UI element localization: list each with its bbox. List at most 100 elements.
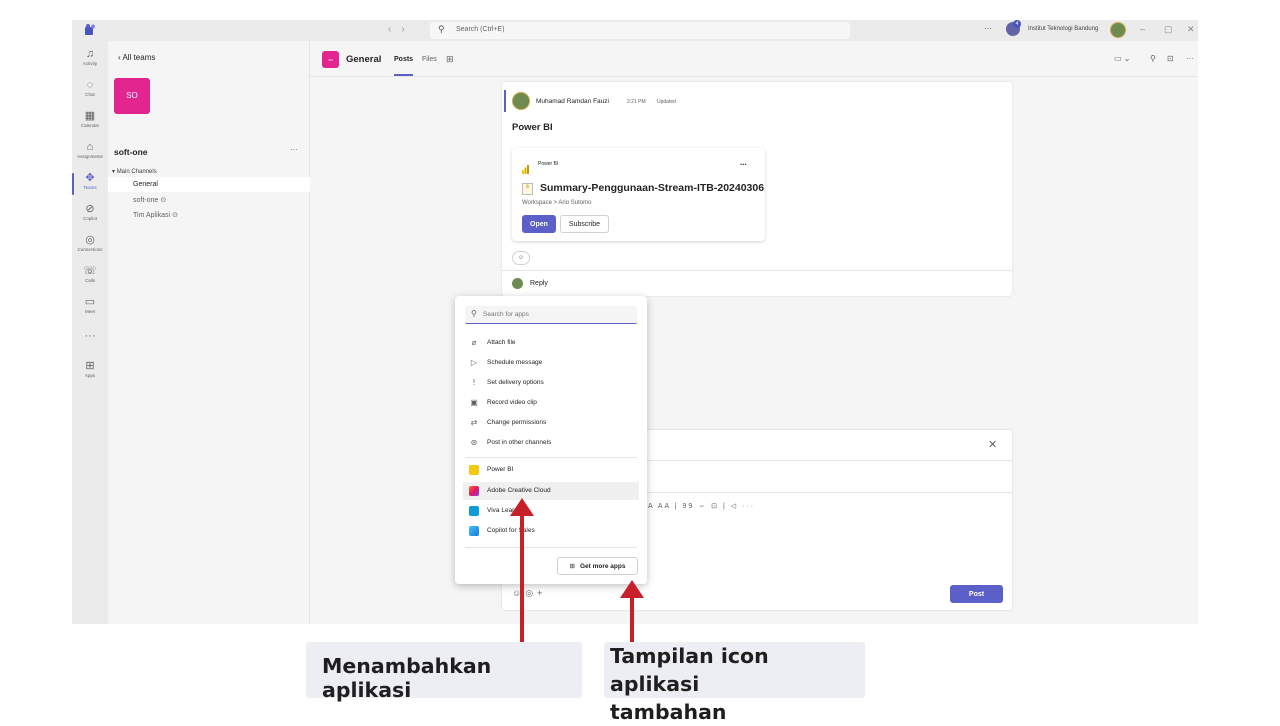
menu-schedule-message[interactable]: ▷ Schedule message (463, 354, 639, 372)
chat-icon: ◌ (86, 79, 94, 91)
tab-posts[interactable]: Posts (394, 56, 414, 76)
phone-icon: ☏ (83, 265, 97, 277)
more-icon: ··· (84, 330, 96, 342)
post-time: 2:21 PM (627, 99, 646, 105)
menu-app-copilot-sales[interactable]: Copilot for Sales (463, 522, 639, 540)
post-button[interactable]: Post (950, 585, 1003, 603)
arrow-right-head-icon (620, 580, 644, 598)
channel-avatar: so (322, 51, 339, 68)
close-window-icon[interactable]: ✕ (1187, 24, 1195, 35)
channel-general[interactable]: General (108, 177, 310, 192)
team-name[interactable]: soft-one (114, 147, 148, 157)
menu-attach-file[interactable]: ⌀ Attach file (463, 334, 639, 352)
teams-logo-icon (82, 24, 96, 36)
channels-icon: ⊛ (470, 438, 478, 447)
add-app-icon: ⊞ (569, 563, 575, 570)
app-search[interactable]: ⚲ (465, 306, 637, 324)
organization-name[interactable]: Institut Teknologi Bandung (1028, 26, 1098, 32)
loop-icon[interactable]: ◎ (525, 588, 537, 598)
restore-icon[interactable]: ▢ (1164, 24, 1173, 35)
all-teams-link[interactable]: ‹ All teams (118, 53, 155, 62)
menu-app-adobe-cc[interactable]: Adobe Creative Cloud (463, 482, 639, 500)
section-label: Main Channels (116, 169, 157, 175)
arrow-left-shaft (520, 512, 524, 642)
channels-section-header[interactable]: ▾ Main Channels (112, 168, 157, 175)
meet-dropdown-icon[interactable]: ▭ ⌄ (1114, 54, 1130, 63)
menu-delivery-options[interactable]: ! Set delivery options (463, 374, 639, 392)
post-author[interactable]: Muhamad Ramdan Fauzi (536, 98, 609, 105)
team-more-icon[interactable]: ··· (290, 145, 298, 154)
rail-connections[interactable]: ◎ Connections (72, 233, 108, 263)
add-tab-icon[interactable]: ⊞ (446, 54, 454, 65)
power-bi-icon (522, 161, 529, 174)
card-more-icon[interactable]: ... (740, 158, 747, 167)
channel-info-icon[interactable]: ⊡ (1167, 54, 1174, 63)
channel-more-icon[interactable]: ··· (1186, 54, 1194, 63)
rail-meet[interactable]: ▭ Meet (72, 295, 108, 325)
notification-badge: 4 (1013, 20, 1021, 28)
open-button[interactable]: Open (522, 215, 556, 233)
menu-record-video[interactable]: ▣ Record video clip (463, 394, 639, 412)
arrow-left-head-icon (510, 498, 534, 516)
caption-left-text: Menambahkan aplikasi (322, 654, 492, 702)
team-panel: ‹ All teams SO soft-one ··· ▾ Main Chann… (108, 41, 310, 624)
global-search-placeholder: Search (Ctrl+E) (456, 26, 505, 33)
menu-label: Copilot for Sales (487, 527, 535, 534)
rail-label: Copilot (82, 216, 97, 221)
nav-arrows: ‹› (388, 24, 415, 35)
close-compose-icon[interactable]: ✕ (988, 438, 997, 451)
menu-label: Change permissions (487, 419, 547, 426)
rail-calls[interactable]: ☏ Calls (72, 264, 108, 294)
menu-app-power-bi[interactable]: Power BI (463, 461, 639, 479)
rail-chat[interactable]: ◌ Chat (72, 78, 108, 108)
tab-files[interactable]: Files (422, 56, 437, 63)
teams-icon: ✥ (85, 172, 95, 184)
rail-calendar[interactable]: ▦ Calendar (72, 109, 108, 139)
menu-post-other-channels[interactable]: ⊛ Post in other channels (463, 434, 639, 452)
menu-divider (465, 457, 637, 458)
rail-teams[interactable]: ✥ Teams (72, 171, 108, 201)
menu-label: Post in other channels (487, 439, 552, 446)
search-channel-icon[interactable]: ⚲ (1150, 54, 1156, 63)
rail-label: Assignments (77, 154, 103, 159)
forward-arrow-icon[interactable]: › (401, 24, 414, 35)
plus-icon[interactable]: + (537, 588, 546, 598)
rail-label: Apps (84, 373, 96, 378)
menu-app-viva-learning[interactable]: Viva Learning (463, 502, 639, 520)
video-icon: ▭ (84, 296, 96, 308)
author-avatar[interactable] (512, 92, 530, 110)
video-clip-icon: ▣ (470, 398, 478, 407)
conversation-area: Muhamad Ramdan Fauzi 2:21 PM Updated Pow… (310, 78, 1198, 624)
rail-label: Meet (84, 309, 95, 314)
rail-activity[interactable]: ♫ Activity (72, 47, 108, 77)
compose-actions[interactable]: ☺◎+ (512, 588, 546, 599)
subscribe-button[interactable]: Subscribe (560, 215, 609, 233)
format-toolbar[interactable]: A AA | 99 ⇔ ⊡ | ◁ ··· (648, 502, 755, 510)
more-options-icon[interactable]: ··· (984, 24, 992, 33)
private-channel-icon: ⊙ (170, 212, 178, 219)
global-search[interactable]: ⚲ Search (Ctrl+E) (430, 22, 850, 39)
minimize-icon[interactable]: – (1140, 24, 1145, 34)
report-name: Summary-Penggunaan-Stream-ITB-20240306 (540, 182, 765, 194)
rail-more[interactable]: ··· (72, 329, 108, 359)
permissions-icon: ⇄ (470, 418, 478, 427)
copilot-icon: ⊘ (85, 203, 95, 215)
post-message: Muhamad Ramdan Fauzi 2:21 PM Updated Pow… (502, 82, 1012, 296)
add-reaction-icon[interactable]: ☺ (512, 251, 530, 265)
menu-label: Set delivery options (487, 379, 544, 386)
channel-tim-aplikasi[interactable]: Tim Aplikasi ⊙ (108, 208, 310, 223)
rail-assignments[interactable]: ⌂ Assignments (72, 140, 108, 170)
rail-apps[interactable]: ⊞ Apps (72, 359, 108, 389)
caption-right: Tampilan icon aplikasi tambahan (604, 642, 865, 724)
get-more-apps-button[interactable]: ⊞ Get more apps (557, 557, 638, 575)
menu-change-permissions[interactable]: ⇄ Change permissions (463, 414, 639, 432)
title-bar: ‹› ⚲ Search (Ctrl+E) ··· 4 Institut Tekn… (72, 20, 1198, 41)
back-arrow-icon[interactable]: ‹ (388, 24, 401, 35)
app-search-input[interactable] (483, 308, 631, 321)
channel-soft-one[interactable]: soft-one ⊙ (108, 193, 310, 208)
menu-label: Schedule message (487, 359, 543, 366)
reply-button[interactable]: Reply (530, 280, 548, 287)
paperclip-icon: ⌀ (471, 338, 477, 347)
user-avatar[interactable] (1110, 22, 1126, 38)
rail-copilot[interactable]: ⊘ Copilot (72, 202, 108, 232)
